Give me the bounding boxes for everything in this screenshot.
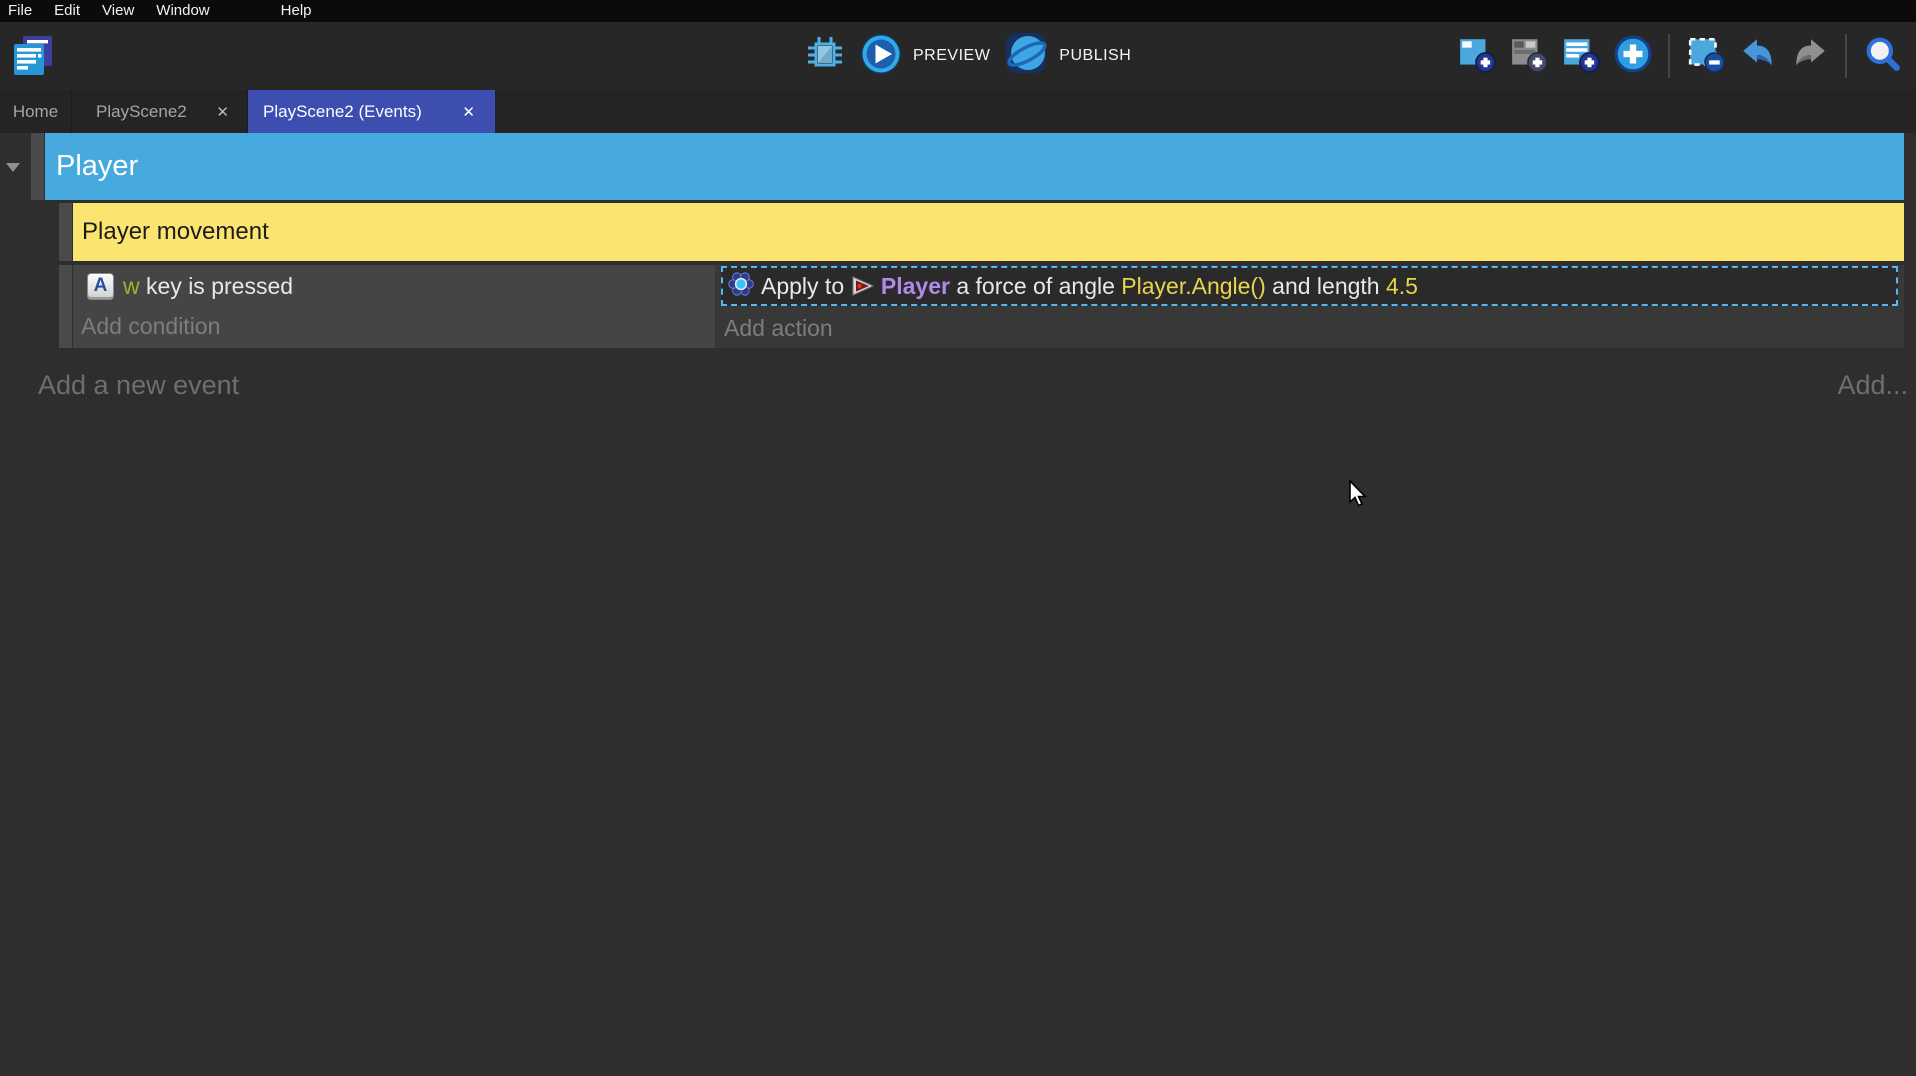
group-title: Player (45, 150, 138, 183)
search-events-button[interactable] (1863, 37, 1902, 76)
collapse-caret-icon[interactable] (6, 163, 20, 172)
comment-drag-handle[interactable] (59, 203, 72, 261)
add-comment-icon (1562, 35, 1600, 78)
toolbar: PREVIEW PUBLISH (0, 22, 1916, 90)
tab-playscene2-events[interactable]: PlayScene2 (Events) ✕ (248, 90, 495, 133)
debugger-icon (805, 34, 845, 79)
tab-label: Home (13, 102, 58, 122)
add-action-button[interactable]: Add action (724, 310, 833, 346)
gdevelop-window: File Edit View Window Help (0, 0, 1916, 1076)
conditions-cell: A w key is pressed Add condition (73, 265, 715, 348)
condition-item[interactable]: A w key is pressed (73, 265, 715, 307)
debugger-button[interactable] (805, 37, 844, 76)
action-text: Apply to Player a force of angle Player.… (761, 273, 1418, 300)
event-row: A w key is pressed Add condition (0, 265, 1916, 348)
comment-row[interactable]: Player movement (73, 203, 1904, 261)
toolbar-right (1457, 22, 1902, 90)
group-drag-handle[interactable] (31, 133, 44, 200)
redo-icon (1791, 35, 1829, 78)
menu-edit[interactable]: Edit (43, 0, 91, 22)
toolbar-separator (1845, 34, 1847, 78)
close-icon[interactable]: ✕ (458, 101, 479, 123)
add-subevent-icon (1510, 35, 1548, 78)
tab-playscene2[interactable]: PlayScene2 ✕ (72, 90, 248, 133)
delete-selection-icon (1687, 35, 1725, 78)
publish-label: PUBLISH (1059, 47, 1131, 65)
undo-icon (1739, 35, 1777, 78)
comment-text: Player movement (73, 218, 269, 246)
action-item-selected[interactable]: Apply to Player a force of angle Player.… (721, 266, 1898, 306)
force-icon (728, 271, 754, 302)
keyboard-key-icon: A (87, 273, 114, 300)
toolbar-separator (1668, 34, 1670, 78)
mouse-cursor (1348, 480, 1370, 515)
add-event-icon (1458, 35, 1496, 78)
add-condition-button[interactable]: Add condition (73, 307, 715, 345)
tab-home[interactable]: Home (0, 90, 72, 133)
tab-bar: Home PlayScene2 ✕ PlayScene2 (Events) ✕ (0, 90, 1916, 133)
preview-label: PREVIEW (913, 47, 990, 65)
close-icon[interactable]: ✕ (212, 101, 233, 123)
redo-button[interactable] (1790, 37, 1829, 76)
menu-view[interactable]: View (91, 0, 145, 22)
add-more-button[interactable] (1613, 37, 1652, 76)
player-object-icon (851, 273, 875, 299)
add-new-event-button[interactable]: Add a new event (38, 363, 239, 407)
menu-help[interactable]: Help (270, 0, 323, 22)
publish-globe-icon (1005, 32, 1049, 81)
actions-cell: Apply to Player a force of angle Player.… (715, 265, 1904, 348)
preview-play-icon (859, 32, 903, 81)
menu-file[interactable]: File (0, 0, 43, 22)
project-manager-icon (10, 68, 56, 85)
tab-label: PlayScene2 (Events) (263, 102, 422, 122)
toolbar-center: PREVIEW PUBLISH (805, 22, 1131, 90)
menu-bar: File Edit View Window Help (0, 0, 1916, 22)
publish-button[interactable]: PUBLISH (1005, 32, 1131, 81)
delete-selection-button[interactable] (1686, 37, 1725, 76)
search-icon (1864, 35, 1902, 78)
project-manager-button[interactable] (10, 33, 56, 81)
add-comment-button[interactable] (1561, 37, 1600, 76)
event-drag-handle[interactable] (59, 265, 72, 348)
add-more-button-right[interactable]: Add... (1837, 363, 1908, 407)
preview-button[interactable]: PREVIEW (859, 32, 990, 81)
add-new-event-row: Add a new event Add... (0, 363, 1916, 407)
add-subevent-button[interactable] (1509, 37, 1548, 76)
undo-button[interactable] (1738, 37, 1777, 76)
events-sheet[interactable]: Player Player movement A w key is presse… (0, 133, 1916, 1076)
tab-label: PlayScene2 (96, 102, 187, 122)
menu-window[interactable]: Window (145, 0, 231, 22)
event-group-header[interactable]: Player (45, 133, 1904, 200)
add-more-icon (1614, 35, 1652, 78)
add-event-button[interactable] (1457, 37, 1496, 76)
condition-text: w key is pressed (123, 273, 293, 300)
